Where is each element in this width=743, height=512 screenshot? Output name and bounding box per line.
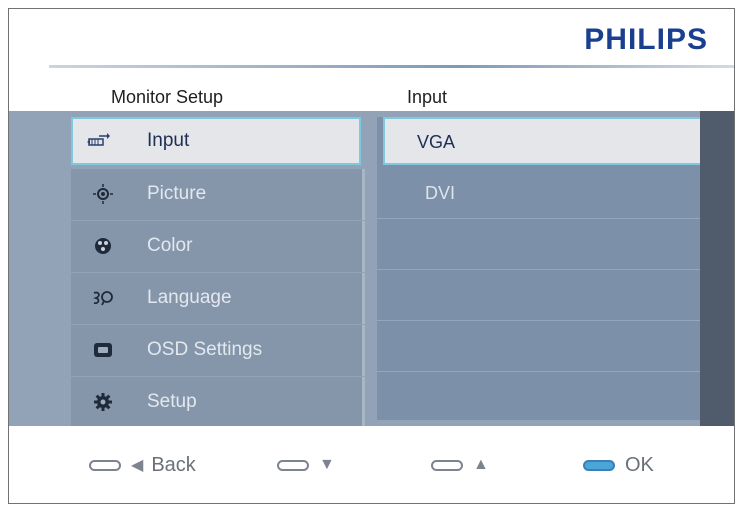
menu-item-label: Language — [147, 287, 232, 308]
language-icon — [93, 291, 113, 306]
submenu: VGA DVI — [377, 117, 714, 423]
menu-content: Input Picture Color Language OSD Setting… — [9, 111, 734, 429]
ok-label: OK — [625, 453, 654, 476]
ok-button[interactable]: OK — [583, 450, 654, 480]
menu-item-setup[interactable]: Setup — [71, 377, 365, 428]
back-button[interactable]: ◀ Back — [89, 450, 196, 480]
menu-item-osd-settings[interactable]: OSD Settings — [71, 325, 365, 376]
menu-item-label: Input — [147, 130, 190, 151]
up-button[interactable]: ▲ — [431, 450, 497, 480]
menu-item-label: OSD Settings — [147, 339, 263, 360]
menu-header: Monitor Setup Input — [9, 69, 734, 111]
osd-settings-icon — [94, 343, 112, 357]
button-hints: ◀ Back ▼ ▲ OK — [9, 426, 734, 503]
down-arrow-icon: ▼ — [319, 456, 335, 473]
picture-icon — [93, 184, 113, 204]
menu-item-input[interactable]: Input — [71, 117, 361, 165]
submenu-item-empty — [377, 219, 702, 270]
menu-item-label: Picture — [147, 183, 207, 204]
submenu-item-label: DVI — [425, 183, 456, 203]
submenu-item-empty — [377, 372, 702, 423]
back-label: Back — [151, 453, 196, 476]
philips-logo: PHILIPS — [584, 23, 708, 56]
button-pill-icon — [583, 459, 615, 471]
submenu-item-empty — [377, 321, 702, 372]
submenu-title: Input — [407, 87, 448, 107]
menu-title: Monitor Setup — [111, 87, 224, 107]
button-pill-icon — [431, 459, 463, 471]
submenu-item-dvi[interactable]: DVI — [377, 168, 702, 219]
main-menu: Input Picture Color Language OSD Setting… — [71, 117, 365, 429]
up-arrow-icon: ▲ — [473, 456, 489, 473]
menu-item-label: Color — [147, 235, 193, 256]
menu-item-label: Setup — [147, 391, 197, 412]
osd-window: PHILIPS Monitor Setup Input Input Pictur… — [8, 8, 735, 504]
menu-item-picture[interactable]: Picture — [71, 169, 365, 220]
color-icon — [95, 238, 111, 254]
menu-item-language[interactable]: Language — [71, 273, 365, 324]
submenu-item-vga[interactable]: VGA — [383, 117, 714, 165]
panel-edge — [700, 111, 734, 426]
submenu-item-label: VGA — [417, 132, 456, 152]
menu-item-color[interactable]: Color — [71, 221, 365, 272]
left-arrow-icon: ◀ — [131, 457, 144, 474]
header-divider — [49, 65, 734, 68]
down-button[interactable]: ▼ — [277, 450, 343, 480]
button-pill-icon — [89, 459, 121, 471]
button-pill-icon — [277, 459, 309, 471]
input-icon — [87, 133, 110, 146]
setup-icon — [94, 393, 112, 411]
submenu-item-empty — [377, 270, 702, 321]
